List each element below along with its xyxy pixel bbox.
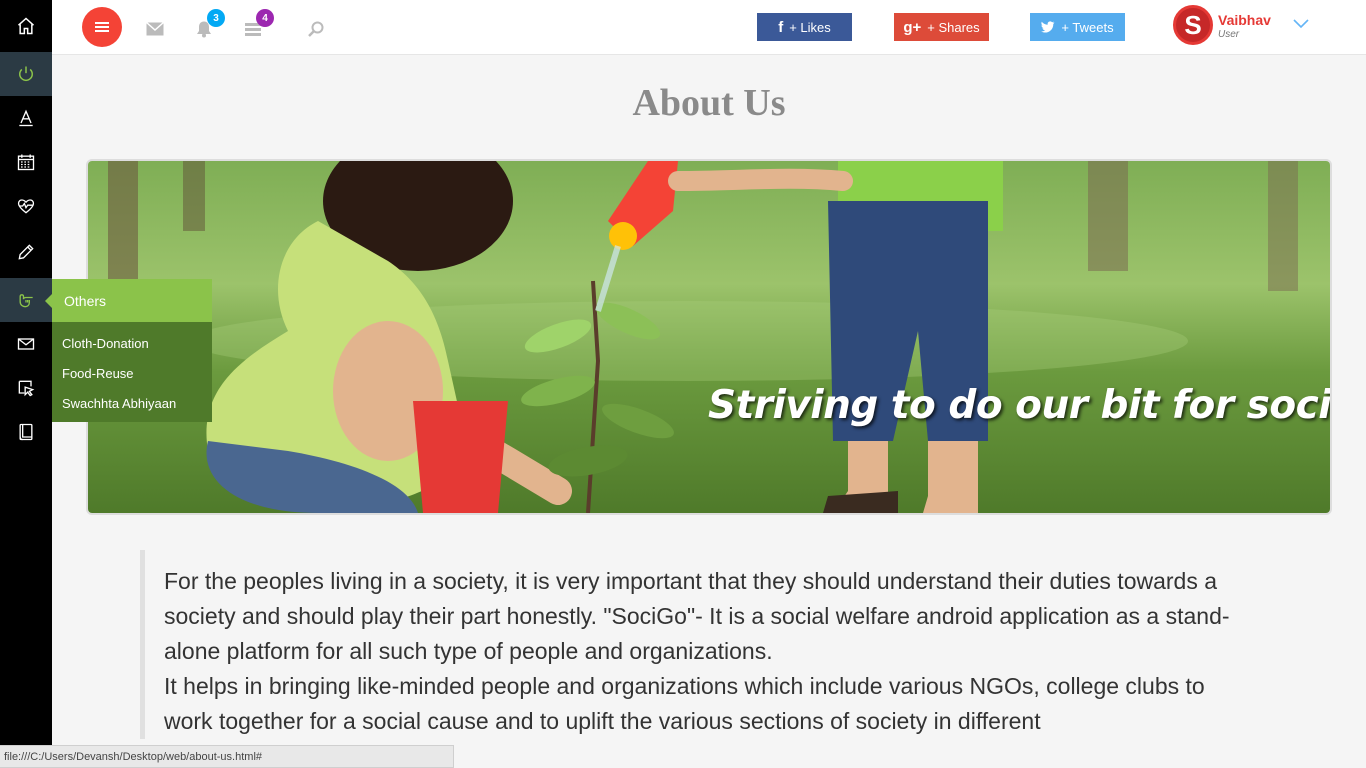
cursor-select-icon bbox=[18, 380, 35, 397]
facebook-icon: f bbox=[778, 18, 784, 36]
google-plus-icon: g+ bbox=[903, 18, 922, 36]
others-flyout-menu: Others Cloth-Donation Food-Reuse Swachht… bbox=[45, 279, 212, 422]
power-icon bbox=[19, 66, 33, 81]
envelope-icon bbox=[146, 22, 164, 36]
facebook-likes-label: + Likes bbox=[789, 19, 831, 35]
calendar-icon bbox=[17, 154, 35, 171]
flyout-item-food-reuse[interactable]: Food-Reuse bbox=[52, 358, 212, 388]
search-icon bbox=[308, 21, 324, 37]
notifications-badge: 3 bbox=[207, 9, 225, 27]
home-icon bbox=[18, 17, 34, 35]
flyout-item-cloth-donation[interactable]: Cloth-Donation bbox=[52, 328, 212, 358]
top-bar: 3 4 f + Likes g+ + Shares + Tweets S Vai… bbox=[52, 0, 1366, 55]
page-title: About Us bbox=[632, 82, 786, 124]
messages-button[interactable] bbox=[144, 18, 166, 40]
menu-button[interactable] bbox=[82, 7, 122, 47]
flyout-list: Cloth-Donation Food-Reuse Swachhta Abhiy… bbox=[52, 322, 212, 422]
sidebar-item-docs[interactable] bbox=[0, 410, 52, 454]
notifications-button[interactable]: 3 bbox=[193, 9, 225, 40]
sidebar-item-select[interactable] bbox=[0, 366, 52, 410]
main-content: About Us Striving to do our bit for soci… bbox=[52, 56, 1366, 743]
twitter-icon bbox=[1041, 21, 1055, 33]
about-description: For the peoples living in a society, it … bbox=[140, 550, 1240, 739]
sidebar-item-edit[interactable] bbox=[0, 230, 52, 274]
tasks-button[interactable]: 4 bbox=[242, 9, 274, 40]
user-menu-toggle[interactable] bbox=[1292, 16, 1310, 34]
sidebar-item-home[interactable] bbox=[0, 4, 52, 48]
chevron-down-icon bbox=[1293, 19, 1309, 29]
font-icon bbox=[19, 109, 33, 127]
banner-photo bbox=[88, 161, 1330, 513]
envelope-icon bbox=[17, 338, 35, 350]
book-icon bbox=[19, 423, 33, 441]
search-button[interactable] bbox=[305, 18, 327, 40]
sidebar-item-health[interactable] bbox=[0, 184, 52, 228]
hand-pointer-icon bbox=[19, 294, 33, 308]
sidebar-item-power[interactable] bbox=[0, 52, 52, 96]
sidebar-item-mail[interactable] bbox=[0, 322, 52, 366]
pencil-icon bbox=[18, 244, 34, 260]
sidebar-item-font[interactable] bbox=[0, 96, 52, 140]
google-shares-label: + Shares bbox=[927, 19, 980, 35]
sidebar-item-calendar[interactable] bbox=[0, 140, 52, 184]
about-paragraph-2: It helps in bringing like-minded people … bbox=[164, 673, 1205, 734]
user-role: User bbox=[1218, 29, 1240, 40]
hamburger-icon bbox=[95, 22, 109, 32]
flyout-item-swachhta-abhiyaan[interactable]: Swachhta Abhiyaan bbox=[52, 388, 212, 418]
twitter-tweets-button[interactable]: + Tweets bbox=[1030, 13, 1125, 41]
heartbeat-icon bbox=[17, 199, 35, 214]
browser-status-bar: file:///C:/Users/Devansh/Desktop/web/abo… bbox=[0, 745, 454, 768]
banner-caption: Striving to do our bit for society bbox=[708, 383, 1332, 428]
about-paragraph-1: For the peoples living in a society, it … bbox=[164, 568, 1230, 664]
facebook-likes-button[interactable]: f + Likes bbox=[757, 13, 852, 41]
twitter-tweets-label: + Tweets bbox=[1061, 19, 1114, 35]
avatar[interactable]: S bbox=[1173, 5, 1213, 45]
about-banner-image: Striving to do our bit for society bbox=[86, 159, 1332, 515]
tasks-badge: 4 bbox=[256, 9, 274, 27]
flyout-title[interactable]: Others bbox=[45, 279, 212, 322]
google-shares-button[interactable]: g+ + Shares bbox=[894, 13, 989, 41]
sidebar bbox=[0, 0, 52, 768]
user-name[interactable]: Vaibhav bbox=[1218, 12, 1271, 28]
